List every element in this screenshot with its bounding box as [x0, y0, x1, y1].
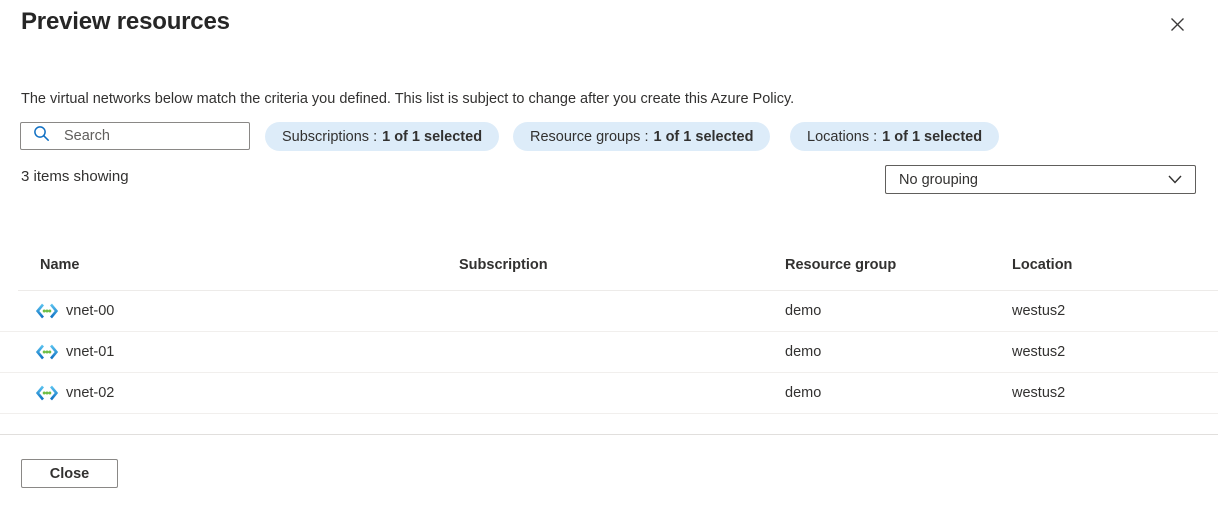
filter-pill-locations[interactable]: Locations : 1 of 1 selected — [790, 122, 1000, 151]
chevron-down-icon — [1168, 172, 1182, 188]
close-icon — [1170, 17, 1185, 35]
virtual-network-icon — [36, 385, 58, 401]
resource-name[interactable]: vnet-00 — [66, 303, 114, 319]
footer-divider — [0, 434, 1218, 435]
table-body: vnet-00 demo westus2 vnet-01 demo westus… — [0, 291, 1218, 414]
resource-group: demo — [785, 344, 822, 360]
table-row[interactable]: vnet-01 demo westus2 — [0, 332, 1218, 373]
grouping-selected-value: No grouping — [899, 171, 978, 188]
resource-location: westus2 — [1012, 344, 1066, 360]
resource-name[interactable]: vnet-01 — [66, 344, 114, 360]
column-header-subscription[interactable]: Subscription — [459, 257, 548, 273]
search-box[interactable] — [20, 122, 250, 150]
items-showing-count: 3 items showing — [21, 168, 129, 185]
column-header-name[interactable]: Name — [40, 257, 80, 273]
column-header-location[interactable]: Location — [1012, 257, 1072, 273]
virtual-network-icon — [36, 344, 58, 360]
filter-pill-subscriptions[interactable]: Subscriptions : 1 of 1 selected — [265, 122, 500, 151]
resource-location: westus2 — [1012, 385, 1066, 401]
preview-resources-panel: Preview resources The virtual networks b… — [0, 0, 1218, 511]
filter-pill-resource-groups[interactable]: Resource groups : 1 of 1 selected — [513, 122, 771, 151]
panel-description: The virtual networks below match the cri… — [21, 91, 795, 107]
filter-label: Subscriptions : — [282, 128, 378, 145]
virtual-network-icon — [36, 303, 58, 319]
column-header-resource-group[interactable]: Resource group — [785, 257, 896, 273]
close-panel-button[interactable] — [1163, 12, 1191, 40]
close-button[interactable]: Close — [21, 459, 118, 488]
resource-group: demo — [785, 385, 822, 401]
filter-value: 1 of 1 selected — [382, 128, 483, 145]
search-icon — [33, 125, 50, 147]
filter-label: Resource groups : — [530, 128, 649, 145]
filter-value: 1 of 1 selected — [882, 128, 983, 145]
resource-location: westus2 — [1012, 303, 1066, 319]
resource-group: demo — [785, 303, 822, 319]
page-title: Preview resources — [21, 8, 230, 35]
table-row[interactable]: vnet-02 demo westus2 — [0, 373, 1218, 414]
table-row[interactable]: vnet-00 demo westus2 — [0, 291, 1218, 332]
grouping-dropdown[interactable]: No grouping — [885, 165, 1196, 194]
filter-value: 1 of 1 selected — [653, 128, 754, 145]
resource-name[interactable]: vnet-02 — [66, 385, 114, 401]
filter-label: Locations : — [807, 128, 878, 145]
search-input[interactable] — [64, 128, 241, 144]
